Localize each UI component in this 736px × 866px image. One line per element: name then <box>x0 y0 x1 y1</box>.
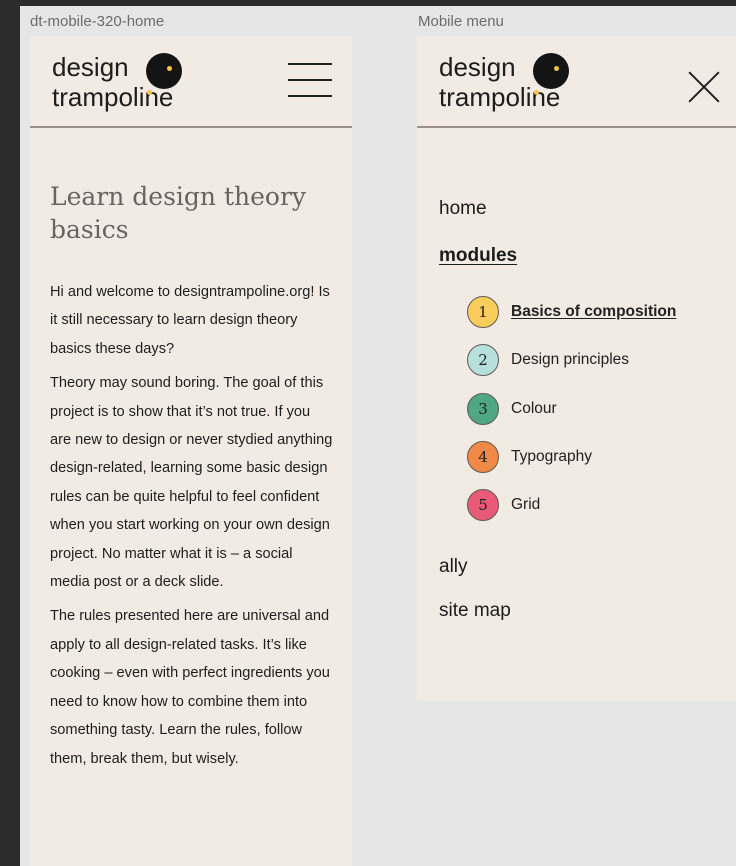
home-artboard: design trampoline Learn design theory ba… <box>30 36 352 866</box>
logo-word-trampoline: trampoline <box>439 82 561 112</box>
module-label: Grid <box>511 496 541 513</box>
module-number-badge: 1 <box>467 296 499 328</box>
home-header: design trampoline <box>30 36 352 128</box>
intro-paragraph: Theory may sound boring. The goal of thi… <box>50 375 333 591</box>
intro-text: Hi and welcome to designtrampoline.org! … <box>50 278 334 779</box>
module-label: Colour <box>511 400 557 417</box>
module-label: Design principles <box>511 351 630 368</box>
logo-word-design: design <box>52 52 129 82</box>
logo[interactable]: design trampoline <box>439 52 579 114</box>
menu-header: design trampoline <box>417 36 736 128</box>
hamburger-menu-icon[interactable] <box>288 63 332 97</box>
module-number-badge: 5 <box>467 489 499 521</box>
logo-accent-dot <box>534 90 539 95</box>
module-number-badge: 4 <box>467 441 499 473</box>
nav-link-home[interactable]: home <box>439 198 487 220</box>
frame-label-home[interactable]: dt-mobile-320-home <box>30 13 164 30</box>
close-icon[interactable] <box>686 70 720 104</box>
module-number-badge: 3 <box>467 393 499 425</box>
logo-accent-dot <box>147 90 152 95</box>
module-label: Basics of composition <box>511 303 677 320</box>
logo-word-design: design <box>439 52 516 82</box>
nav-link-modules[interactable]: modules <box>439 245 517 267</box>
frame-label-menu[interactable]: Mobile menu <box>418 13 504 30</box>
module-label: Typography <box>511 448 592 465</box>
module-number-badge: 2 <box>467 344 499 376</box>
nav-link-site-map[interactable]: site map <box>439 600 511 622</box>
logo-word-trampoline: trampoline <box>52 82 174 112</box>
menu-artboard: design trampoline home modules 1 Basics … <box>417 36 736 701</box>
page-title: Learn design theory basics <box>50 182 307 244</box>
logo[interactable]: design trampoline <box>52 52 192 114</box>
intro-paragraph: The rules presented here are universal a… <box>50 608 330 767</box>
nav-link-ally[interactable]: ally <box>439 556 468 578</box>
intro-paragraph: Hi and welcome to designtrampoline.org! … <box>50 284 330 357</box>
